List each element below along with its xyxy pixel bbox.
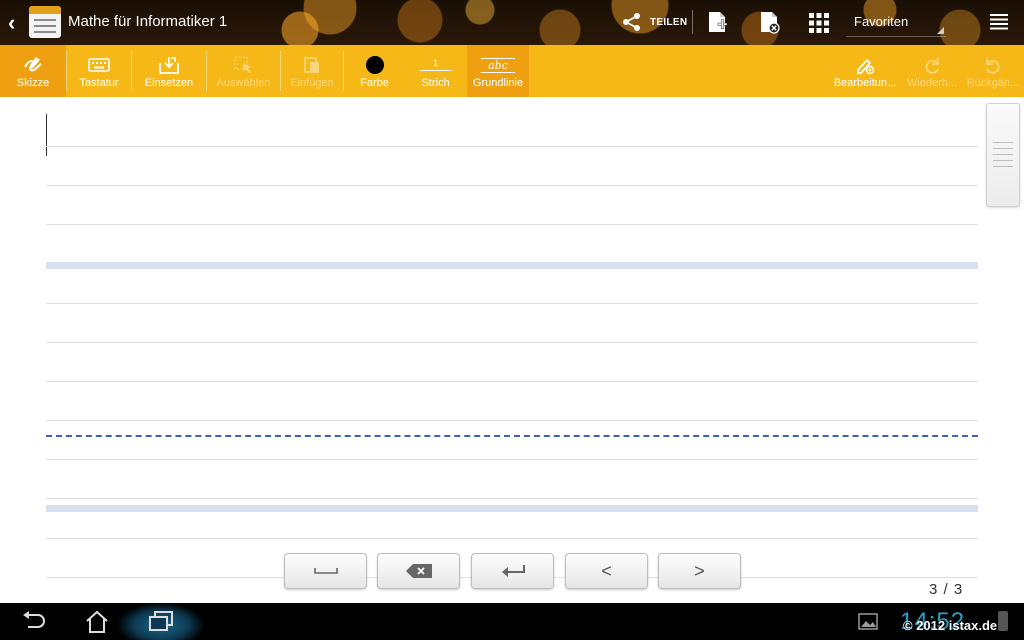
next-key[interactable]: >: [658, 553, 741, 589]
backspace-key[interactable]: [377, 553, 460, 589]
action-bar: ‹ Mathe für Informatiker 1 TEILEN Favori…: [0, 0, 1024, 45]
ruled-line: [46, 381, 978, 382]
notebook-app-icon[interactable]: [29, 6, 61, 38]
sketch-tool-button[interactable]: Skizze: [0, 45, 66, 97]
system-navigation-bar: 14:52 © 2012 istax.de: [0, 603, 1024, 640]
paste-tool-button[interactable]: Einfügen: [281, 45, 343, 97]
overflow-menu-icon[interactable]: [990, 13, 1008, 31]
dropdown-caret-icon: [937, 27, 944, 34]
keyboard-tool-button[interactable]: Tastatur: [67, 45, 131, 97]
stroke-tool-label: Strich: [421, 77, 450, 89]
paste-tool-label: Einfügen: [290, 77, 334, 89]
redo-button[interactable]: Wiederh...: [904, 45, 960, 97]
divider: [692, 10, 693, 34]
select-icon: [233, 56, 251, 73]
edit-mode-button[interactable]: Bearbeitun...: [832, 45, 898, 97]
baseline-tool-label: Grundlinie: [472, 77, 524, 89]
ruled-line: [46, 420, 978, 421]
undo-icon: [986, 58, 1000, 74]
ruled-line: [46, 538, 978, 539]
edit-mode-label: Bearbeitun...: [833, 77, 897, 89]
back-icon[interactable]: [20, 610, 46, 632]
ruled-line: [46, 185, 978, 186]
baseline-band: [46, 262, 978, 269]
color-dot-icon: [365, 56, 384, 74]
ruled-line: [46, 498, 978, 499]
redo-icon: [925, 58, 939, 74]
right-arrow-icon: >: [694, 560, 705, 581]
ruled-line: [46, 342, 978, 343]
delete-page-icon[interactable]: [757, 10, 781, 34]
gallery-notification-icon[interactable]: [858, 613, 878, 630]
ruled-line: [46, 224, 978, 225]
paste-icon: [304, 57, 319, 73]
ruled-line: [46, 303, 978, 304]
add-page-icon[interactable]: [705, 10, 729, 34]
baseline-icon: abc: [481, 57, 515, 73]
previous-key[interactable]: <: [565, 553, 648, 589]
page-indicator: 3 / 3: [929, 581, 964, 598]
drawing-toolbar: Skizze Tastatur Einsetzen Auswählen Einf…: [0, 45, 1024, 97]
select-tool-label: Auswählen: [216, 77, 271, 89]
insert-icon: [159, 57, 179, 74]
copyright-watermark: © 2012 istax.de: [903, 618, 998, 633]
keyboard-tool-label: Tastatur: [79, 77, 119, 89]
redo-label: Wiederh...: [906, 77, 958, 89]
undo-button[interactable]: Rückgän...: [965, 45, 1021, 97]
baseline-tool-button[interactable]: abc Grundlinie: [467, 45, 529, 97]
select-tool-button[interactable]: Auswählen: [207, 45, 280, 97]
favorites-dropdown[interactable]: Favoriten: [846, 6, 946, 37]
edit-mode-icon: [857, 58, 875, 75]
ruled-line: [46, 146, 978, 147]
baseline-sample: abc: [488, 58, 508, 72]
home-icon[interactable]: [84, 610, 110, 634]
undo-label: Rückgän...: [966, 77, 1020, 89]
color-tool-button[interactable]: Farbe: [344, 45, 405, 97]
keyboard-icon: [88, 58, 110, 72]
writing-guide-line: [46, 435, 978, 437]
space-key[interactable]: [284, 553, 367, 589]
writing-canvas[interactable]: < > 3 / 3: [0, 97, 1024, 603]
baseline-band: [46, 505, 978, 512]
stroke-icon: [419, 70, 452, 71]
share-button[interactable]: TEILEN: [622, 8, 687, 36]
enter-icon: [501, 565, 525, 577]
page-scroll-handle[interactable]: [986, 103, 1020, 207]
notebook-title[interactable]: Mathe für Informatiker 1: [68, 13, 227, 30]
pen-sketch-icon: [24, 57, 42, 72]
stroke-tool-button[interactable]: 1 Strich: [405, 45, 466, 97]
back-chevron-icon[interactable]: ‹: [8, 10, 15, 36]
battery-icon: [998, 611, 1008, 631]
color-tool-label: Farbe: [360, 77, 389, 89]
favorites-label: Favoriten: [854, 14, 909, 29]
space-icon: [313, 568, 338, 574]
apps-grid-icon[interactable]: [808, 12, 830, 34]
text-cursor: [46, 114, 47, 156]
backspace-icon: [405, 564, 432, 578]
share-icon: [623, 13, 640, 31]
stroke-value: 1: [432, 58, 438, 68]
enter-key[interactable]: [471, 553, 554, 589]
ruled-line: [46, 459, 978, 460]
left-arrow-icon: <: [601, 560, 612, 581]
recent-apps-icon[interactable]: [148, 610, 174, 632]
insert-tool-button[interactable]: Einsetzen: [132, 45, 206, 97]
share-label: TEILEN: [650, 16, 688, 28]
sketch-tool-label: Skizze: [16, 77, 50, 89]
insert-tool-label: Einsetzen: [144, 77, 194, 89]
